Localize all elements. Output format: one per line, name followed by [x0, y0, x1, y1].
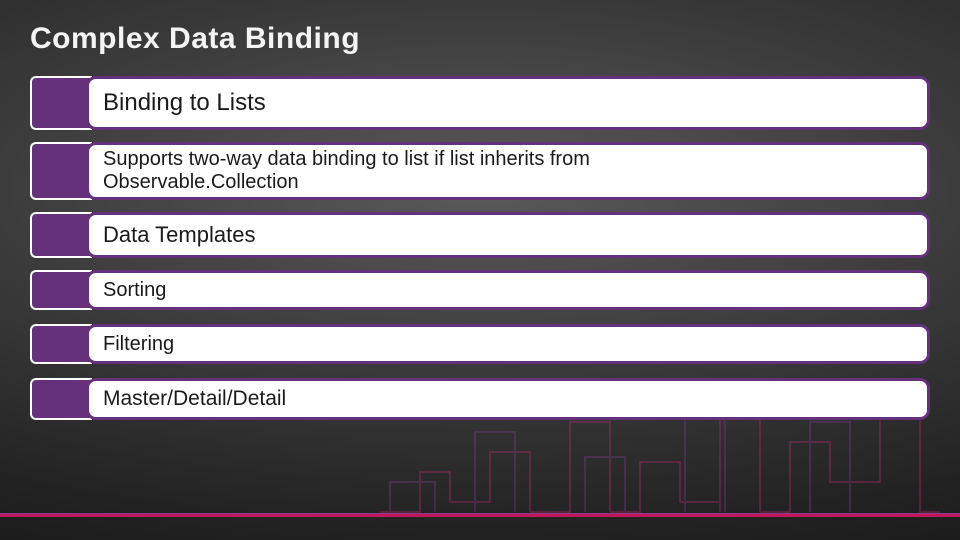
list-item: Supports two-way data binding to list if… [30, 142, 930, 200]
item-accent-bar [30, 324, 92, 364]
list-item: Master/Detail/Detail [30, 378, 930, 420]
item-text: Filtering [103, 333, 174, 356]
list-item: Sorting [30, 270, 930, 310]
item-pill: Binding to Lists [86, 76, 930, 130]
list-item: Data Templates [30, 212, 930, 258]
item-accent-bar [30, 76, 92, 130]
item-text: Sorting [103, 279, 166, 302]
item-pill: Data Templates [86, 212, 930, 258]
item-text: Binding to Lists [103, 89, 266, 117]
item-pill: Master/Detail/Detail [86, 378, 930, 420]
bullet-list: Binding to Lists Supports two-way data b… [30, 76, 930, 420]
item-pill: Supports two-way data binding to list if… [86, 142, 930, 200]
slide-title: Complex Data Binding [30, 22, 360, 56]
bottom-divider [0, 514, 960, 517]
item-accent-bar [30, 378, 92, 420]
list-item: Filtering [30, 324, 930, 364]
item-text: Data Templates [103, 222, 255, 247]
item-text: Supports two-way data binding to list if… [103, 148, 623, 194]
item-pill: Sorting [86, 270, 930, 310]
item-accent-bar [30, 142, 92, 200]
item-accent-bar [30, 270, 92, 310]
list-item: Binding to Lists [30, 76, 930, 130]
item-text: Master/Detail/Detail [103, 387, 286, 411]
item-pill: Filtering [86, 324, 930, 364]
item-accent-bar [30, 212, 92, 258]
